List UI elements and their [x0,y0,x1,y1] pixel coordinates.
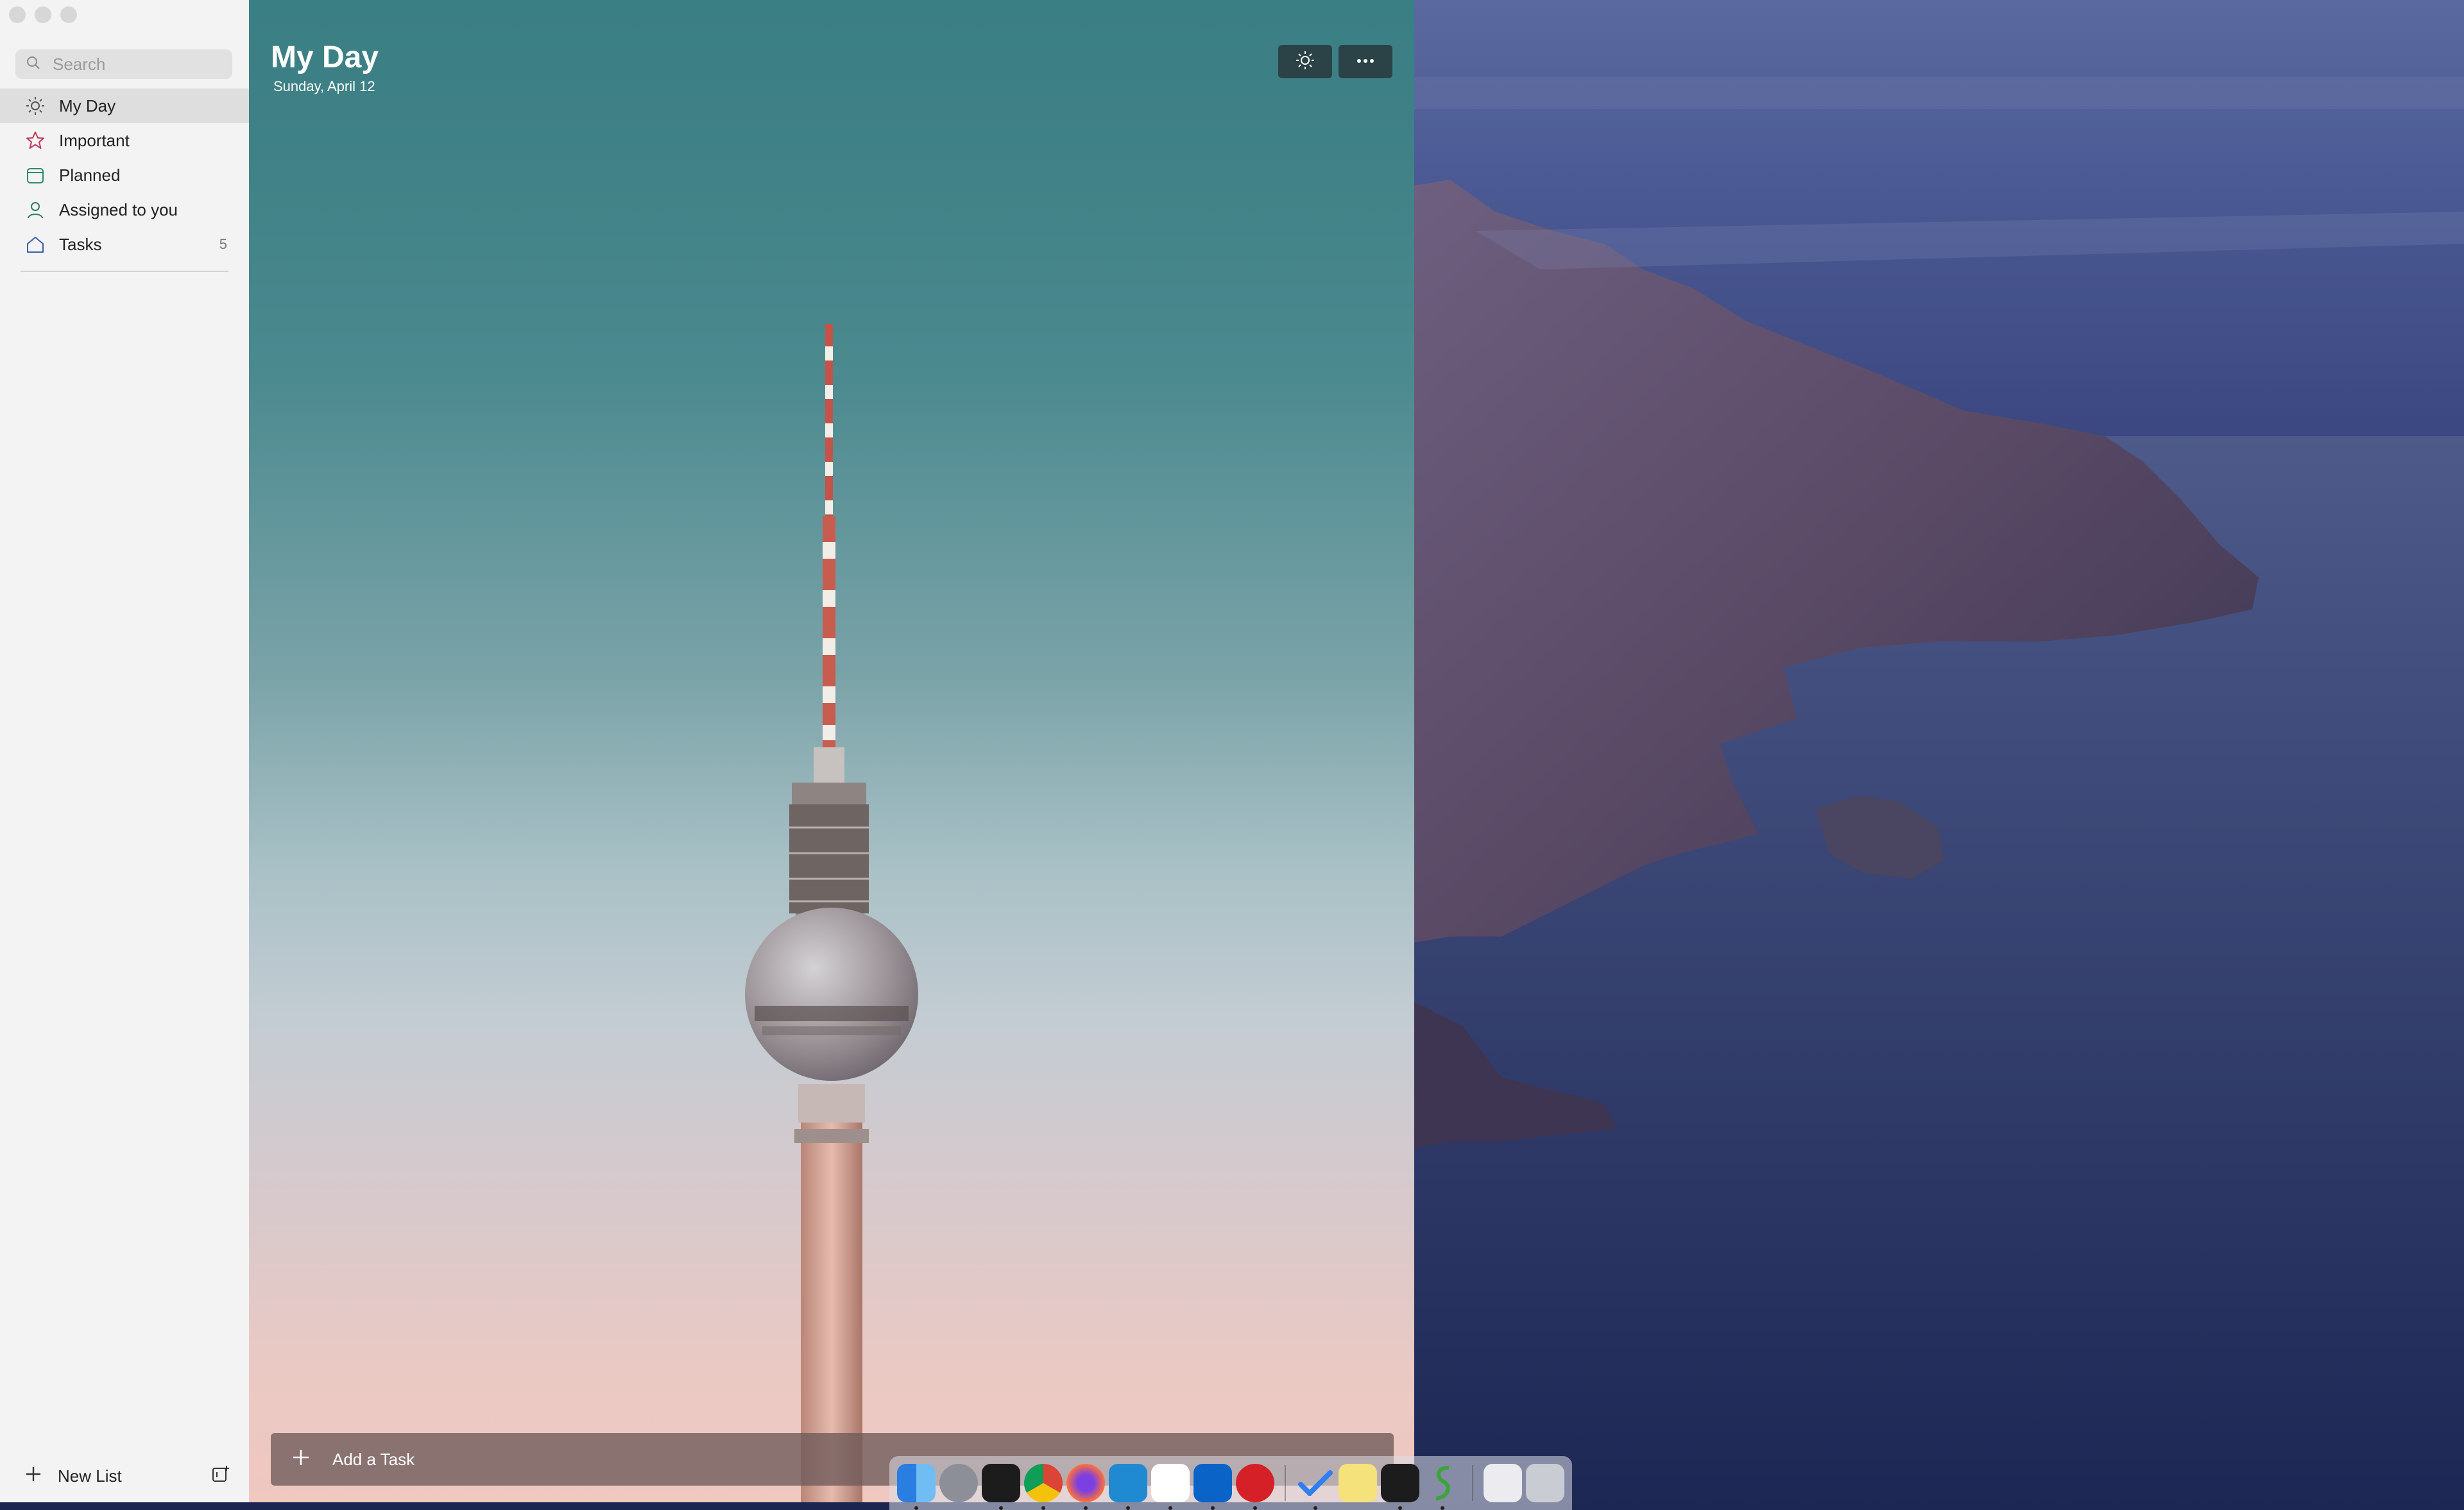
firefox-icon[interactable] [1066,1464,1105,1510]
add-task-label: Add a Task [332,1449,415,1469]
sidebar-item-label: Assigned to you [59,199,178,219]
slack-icon[interactable] [1151,1464,1190,1510]
script-editor-icon[interactable] [1423,1464,1462,1510]
calendar-icon [24,164,46,186]
outlook-icon[interactable] [1194,1464,1232,1510]
adobe-cloud-icon[interactable] [1236,1464,1274,1510]
search-icon [26,55,41,74]
main-panel: My Day Sunday, April 12 Add a Task [249,0,1414,1502]
new-list-label: New List [58,1466,122,1486]
vscode-icon[interactable] [1109,1464,1147,1510]
plus-icon [291,1448,311,1472]
dock-separator [1472,1465,1473,1501]
minimize-window-button[interactable] [35,6,51,23]
sidebar: My Day Important Planned Assigned to you [0,0,250,1502]
sidebar-item-tasks[interactable]: Tasks 5 [0,227,249,262]
sidebar-item-label: Important [59,130,130,150]
star-icon [24,130,46,151]
task-count-badge: 5 [219,236,227,252]
new-list-button[interactable]: New List [24,1460,122,1492]
dock [889,1456,1572,1510]
sidebar-item-planned[interactable]: Planned [0,158,249,192]
sidebar-item-label: My Day [59,96,116,115]
sidebar-item-label: Tasks [59,234,102,254]
sidebar-divider [21,271,228,272]
sidebar-item-my-day[interactable]: My Day [0,89,249,123]
suggestions-button[interactable] [1278,45,1332,78]
stickies-icon[interactable] [1339,1464,1377,1502]
search-bar[interactable] [15,49,232,79]
plus-icon [24,1465,42,1488]
finder-icon[interactable] [897,1464,936,1510]
search-input[interactable] [51,53,221,75]
sidebar-item-label: Planned [59,165,121,185]
dock-separator [1285,1465,1286,1501]
trash-icon[interactable] [1526,1464,1564,1502]
lightbulb-icon [1295,50,1315,74]
home-icon [24,233,46,255]
app-window: My Day Important Planned Assigned to you [0,0,1414,1502]
launchpad-icon[interactable] [939,1464,978,1502]
todo-icon[interactable] [1296,1464,1335,1510]
terminal2-icon[interactable] [1381,1464,1419,1510]
sun-icon [24,95,46,117]
page-date: Sunday, April 12 [273,78,375,94]
ellipsis-icon [1355,56,1376,67]
new-group-icon [211,1464,230,1487]
more-options-button[interactable] [1339,45,1392,78]
finder-drive-icon[interactable] [1484,1464,1522,1502]
zoom-window-button[interactable] [60,6,77,23]
sidebar-item-assigned[interactable]: Assigned to you [0,192,249,227]
person-icon [24,199,46,221]
close-window-button[interactable] [9,6,26,23]
chrome-icon[interactable] [1024,1464,1063,1510]
sidebar-item-important[interactable]: Important [0,123,249,158]
terminal-icon[interactable] [982,1464,1020,1510]
page-title: My Day [271,40,379,74]
new-group-button[interactable] [209,1464,232,1487]
tv-tower-background [745,324,918,1502]
